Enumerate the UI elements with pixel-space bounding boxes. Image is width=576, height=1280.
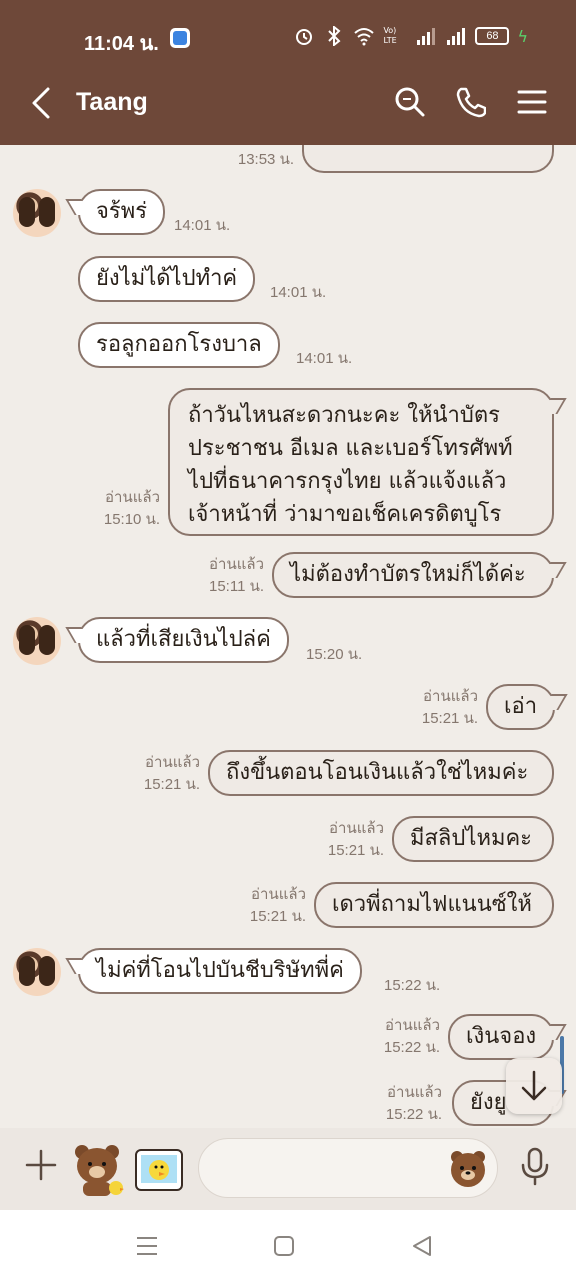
top-bar: 11:04 น. Vo) LTE 68 ϟ Taang bbox=[0, 0, 576, 145]
message-bubble[interactable]: ยังไม่ได้ไปทำค่ bbox=[78, 256, 256, 302]
message-time: 14:01 น. bbox=[174, 217, 231, 234]
message-bubble[interactable]: ถ้าวันไหนสะดวกนะคะ ให้นำบัตรประชาชน อีเม… bbox=[168, 388, 554, 536]
message-bubble[interactable]: เดวพี่ถามไฟแนนซ์ให้ bbox=[314, 882, 554, 928]
microphone-icon[interactable] bbox=[518, 1146, 552, 1186]
read-receipt: อ่านแล้ว bbox=[105, 489, 160, 506]
message-time: 15:20 น. bbox=[306, 646, 363, 663]
menu-icon[interactable] bbox=[516, 86, 548, 118]
back-nav-icon[interactable] bbox=[410, 1234, 434, 1258]
recent-apps-icon[interactable] bbox=[135, 1234, 159, 1258]
charging-icon: ϟ bbox=[517, 26, 528, 46]
message-time: 14:01 น. bbox=[296, 350, 353, 367]
sally-sticker-icon[interactable] bbox=[134, 1146, 184, 1194]
read-receipt: อ่านแล้ว bbox=[385, 1017, 440, 1034]
message-bubble[interactable]: จร้พร่ bbox=[78, 189, 166, 235]
home-icon[interactable] bbox=[272, 1234, 296, 1258]
message-bubble[interactable]: เงินจอง bbox=[448, 1014, 555, 1060]
message-meta: อ่านแล้ว 15:22 น. bbox=[362, 1082, 442, 1126]
message-time: 15:21 น. bbox=[249, 908, 306, 925]
message-meta: อ่านแล้ว 15:11 น. bbox=[184, 554, 264, 598]
message-meta: อ่านแล้ว 15:21 น. bbox=[304, 818, 384, 862]
signal-icon-2 bbox=[447, 28, 466, 45]
message-time: 15:11 น. bbox=[208, 578, 264, 595]
message-bubble[interactable]: แล้วที่เสียเงินไปล่ค่ bbox=[78, 617, 289, 663]
arrow-down-icon bbox=[521, 1070, 547, 1101]
read-receipt: อ่านแล้ว bbox=[251, 886, 306, 903]
message-meta: อ่านแล้ว 15:21 น. bbox=[120, 752, 200, 796]
system-nav-bar bbox=[0, 1210, 576, 1280]
status-icons: Vo) LTE 68 ϟ bbox=[293, 26, 528, 46]
read-receipt: อ่านแล้ว bbox=[209, 556, 264, 573]
message-time: 15:22 น. bbox=[384, 977, 441, 994]
bluetooth-icon bbox=[328, 26, 341, 46]
message-time: 15:21 น. bbox=[421, 710, 478, 727]
signal-icon-1 bbox=[417, 28, 436, 45]
message-list[interactable]: 13:53 น. จร้พร่ 14:01 น. ยังไม่ได้ไปทำค่… bbox=[0, 145, 576, 1128]
read-receipt: อ่านแล้ว bbox=[329, 820, 384, 837]
avatar[interactable] bbox=[13, 948, 61, 996]
emoji-icon[interactable] bbox=[448, 1148, 488, 1188]
message-bubble[interactable]: เอ่า bbox=[486, 684, 556, 730]
message-time: 15:10 น. bbox=[103, 511, 160, 528]
message-bubble-partial[interactable] bbox=[302, 145, 554, 173]
chat-header: Taang bbox=[0, 72, 576, 144]
message-time: 13:53 น. bbox=[237, 151, 294, 168]
avatar[interactable] bbox=[13, 189, 61, 237]
message-meta: อ่านแล้ว 15:21 น. bbox=[226, 884, 306, 928]
message-bubble[interactable]: ไม่ค่ที่โอนไปบันชีบริษัทพี่ค่ bbox=[78, 948, 362, 994]
message-meta: อ่านแล้ว 15:22 น. bbox=[360, 1015, 440, 1059]
scroll-to-bottom-button[interactable] bbox=[506, 1058, 562, 1114]
call-icon[interactable] bbox=[454, 86, 486, 118]
avatar[interactable] bbox=[13, 617, 61, 665]
brown-bear-sticker-icon[interactable] bbox=[70, 1140, 124, 1198]
read-receipt: อ่านแล้ว bbox=[387, 1084, 442, 1101]
message-time: 14:01 น. bbox=[270, 284, 327, 301]
status-time: 11:04 น. bbox=[84, 33, 159, 55]
message-bubble[interactable]: ถึงขึ้นตอนโอนเงินแล้วใช่ไหมค่ะ bbox=[208, 750, 554, 796]
message-meta: อ่านแล้ว 15:21 น. bbox=[398, 686, 478, 730]
message-time: 15:21 น. bbox=[143, 776, 200, 793]
wifi-icon bbox=[354, 28, 375, 46]
chat-title: Taang bbox=[76, 88, 148, 116]
message-input-bar bbox=[0, 1128, 576, 1210]
search-icon[interactable] bbox=[394, 86, 426, 118]
network-label: Vo) LTE bbox=[383, 26, 397, 45]
plus-icon[interactable] bbox=[24, 1148, 58, 1182]
alarm-icon bbox=[296, 29, 313, 45]
back-icon[interactable] bbox=[28, 86, 58, 120]
status-bar: 11:04 น. Vo) LTE 68 ϟ bbox=[0, 0, 576, 72]
message-time: 15:22 น. bbox=[383, 1039, 440, 1056]
battery-icon: 68 bbox=[475, 27, 510, 45]
message-time: 15:22 น. bbox=[385, 1106, 442, 1123]
message-bubble[interactable]: รอลูกออกโรงบาล bbox=[78, 322, 280, 368]
message-bubble[interactable]: มีสลิปไหมคะ bbox=[392, 816, 554, 862]
read-receipt: อ่านแล้ว bbox=[423, 688, 478, 705]
read-receipt: อ่านแล้ว bbox=[145, 754, 200, 771]
message-bubble[interactable]: ไม่ต้องทำบัตรใหม่ก็ได้ค่ะ bbox=[272, 552, 554, 598]
message-meta: อ่านแล้ว 15:10 น. bbox=[80, 487, 160, 531]
message-meta: 13:53 น. bbox=[200, 149, 294, 171]
message-time: 15:21 น. bbox=[327, 842, 384, 859]
app-notification-icon bbox=[170, 28, 190, 48]
